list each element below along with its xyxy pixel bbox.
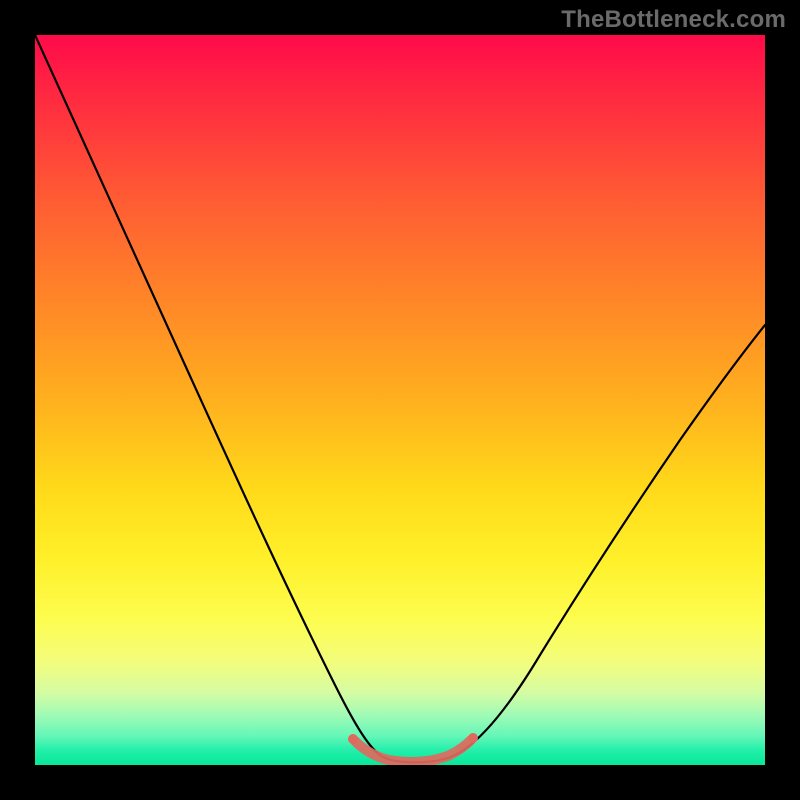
- watermark-text: TheBottleneck.com: [561, 6, 786, 34]
- highlight-dot-left: [348, 734, 358, 744]
- curve-layer: [35, 35, 765, 765]
- plot-area: [35, 35, 765, 765]
- bottleneck-curve: [35, 35, 765, 762]
- highlight-dot-right: [468, 733, 478, 743]
- valley-highlight: [355, 740, 471, 762]
- chart-frame: TheBottleneck.com: [0, 0, 800, 800]
